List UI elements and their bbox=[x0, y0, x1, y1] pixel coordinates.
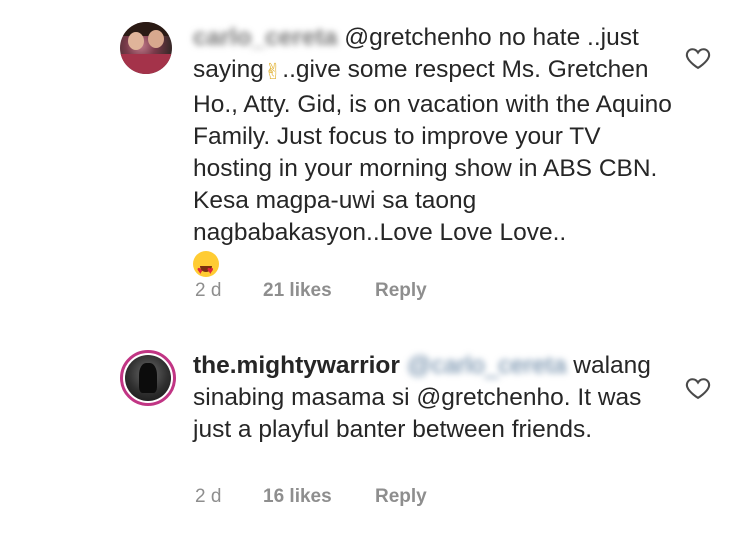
comment-text: the.mightywarrior @carlo_cereta walang s… bbox=[193, 350, 673, 446]
victory-hand-emoji: ✌ bbox=[263, 60, 283, 85]
avatar[interactable] bbox=[120, 22, 172, 74]
username-link[interactable]: carlo_cereta bbox=[193, 22, 337, 54]
avatar[interactable] bbox=[120, 350, 176, 406]
comment-item: the.mightywarrior @carlo_cereta walang s… bbox=[0, 330, 750, 534]
reply-button[interactable]: Reply bbox=[375, 280, 427, 302]
heart-outline-icon[interactable] bbox=[684, 44, 712, 72]
username-link[interactable]: the.mightywarrior bbox=[193, 352, 400, 379]
heart-outline-icon[interactable] bbox=[684, 374, 712, 402]
likes-count[interactable]: 21 likes bbox=[263, 280, 375, 302]
likes-count[interactable]: 16 likes bbox=[263, 486, 375, 508]
comment-meta: 2 d 16 likes Reply bbox=[195, 486, 427, 508]
mention-link[interactable]: @gretchenho bbox=[344, 24, 491, 51]
comment-age: 2 d bbox=[195, 280, 222, 301]
heart-eyes-emoji bbox=[193, 251, 219, 287]
comment-age: 2 d bbox=[195, 486, 222, 507]
reply-button[interactable]: Reply bbox=[375, 486, 427, 508]
comment-item: carlo_cereta @gretchenho no hate ..just … bbox=[0, 0, 750, 320]
mention-link[interactable]: @carlo_cereta bbox=[407, 350, 567, 382]
comment-meta: 2 d 21 likes Reply bbox=[195, 280, 427, 302]
comment-text: carlo_cereta @gretchenho no hate ..just … bbox=[193, 22, 673, 287]
